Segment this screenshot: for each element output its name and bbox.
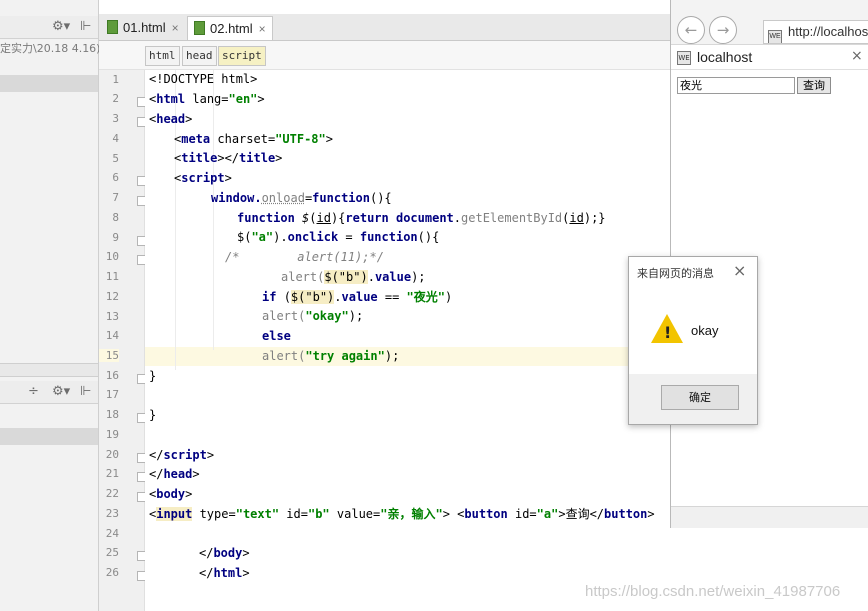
line-number-gutter: 1 2 3 4 5 6 7 8 9 10 11 12 13 14 15 16 1… bbox=[99, 70, 146, 611]
address-bar[interactable]: WE http://localhost:6 bbox=[763, 20, 868, 44]
line-number: 9 bbox=[112, 231, 119, 244]
project-toolbar: ⚙▾ ⊩ bbox=[0, 16, 98, 39]
line-number: 22 bbox=[105, 487, 119, 500]
code-line-20: </script> bbox=[149, 448, 215, 462]
code-editor[interactable]: <!DOCTYPE html> <html lang="en"> <head> … bbox=[145, 70, 670, 611]
code-line-7: window.onload=function(){ bbox=[211, 191, 392, 205]
line-number: 26 bbox=[105, 566, 119, 579]
code-line-5: <title></title> bbox=[174, 151, 283, 165]
line-number: 23 bbox=[105, 507, 119, 520]
dialog-title: 来自网页的消息 bbox=[637, 267, 714, 280]
code-line-12: if ($("b").value == "夜光") bbox=[262, 290, 453, 304]
exclamation-icon: ! bbox=[664, 323, 672, 342]
close-icon[interactable]: × bbox=[851, 48, 863, 64]
collapse-icon[interactable]: ⊩ bbox=[80, 19, 91, 35]
close-icon[interactable]: × bbox=[733, 261, 746, 280]
line-number: 19 bbox=[105, 428, 119, 441]
line-number: 4 bbox=[112, 132, 119, 145]
code-line-13: alert("okay"); bbox=[262, 309, 364, 323]
code-line-21: </head> bbox=[149, 467, 200, 481]
line-number: 18 bbox=[105, 408, 119, 421]
line-number: 24 bbox=[105, 527, 119, 540]
code-line-11: alert($("b").value); bbox=[281, 270, 426, 284]
selected-structure-item[interactable] bbox=[0, 428, 98, 445]
ok-button[interactable]: 确定 bbox=[661, 385, 739, 410]
html-file-icon bbox=[194, 21, 205, 35]
line-number: 10 bbox=[105, 250, 119, 263]
code-line-23: <input type="text" id="b" value="亲，输入"> … bbox=[149, 507, 655, 521]
browser-tab-title: localhost bbox=[697, 49, 753, 65]
html-file-icon bbox=[107, 20, 118, 34]
code-line-25: </body> bbox=[199, 546, 250, 560]
close-icon[interactable]: × bbox=[172, 21, 179, 35]
code-line-9: $("a").onclick = function(){ bbox=[237, 230, 440, 244]
code-line-10: /* alert(11);*/ bbox=[225, 250, 384, 264]
line-number: 16 bbox=[105, 369, 119, 382]
selected-tree-item[interactable] bbox=[0, 75, 98, 92]
back-arrow-icon[interactable]: ← bbox=[677, 16, 705, 44]
structure-toolbar: ÷ ⚙▾ ⊩ bbox=[0, 381, 98, 404]
forward-arrow-icon[interactable]: → bbox=[709, 16, 737, 44]
code-line-8: function $(id){return document.getElemen… bbox=[237, 211, 606, 225]
line-number: 1 bbox=[112, 73, 119, 86]
tab-02-html[interactable]: 02.html × bbox=[187, 16, 273, 40]
query-button[interactable]: 查询 bbox=[797, 77, 831, 94]
line-number: 14 bbox=[105, 329, 119, 342]
watermark: https://blog.csdn.net/weixin_41987706 bbox=[585, 583, 841, 600]
line-number: 25 bbox=[105, 546, 119, 559]
tab-label: 02.html bbox=[210, 21, 253, 36]
code-line-4: <meta charset="UTF-8"> bbox=[174, 132, 333, 146]
editor-tabbar: 01.html × 02.html × bbox=[99, 14, 670, 41]
line-number: 3 bbox=[112, 112, 119, 125]
line-number: 8 bbox=[112, 211, 119, 224]
code-line-16: } bbox=[149, 369, 157, 383]
code-line-2: <html lang="en"> bbox=[149, 92, 265, 106]
code-line-26: </html> bbox=[199, 566, 250, 580]
line-number: 11 bbox=[105, 270, 119, 283]
alert-dialog: 来自网页的消息 × ! okay 确定 bbox=[628, 256, 758, 425]
breadcrumb-html[interactable]: html bbox=[145, 46, 180, 66]
line-number-current: 15 bbox=[99, 349, 119, 362]
line-number: 2 bbox=[112, 92, 119, 105]
line-number: 7 bbox=[112, 191, 119, 204]
dialog-message: okay bbox=[691, 323, 719, 338]
close-icon[interactable]: × bbox=[259, 22, 266, 36]
code-line-18: } bbox=[149, 408, 157, 422]
horizontal-scrollbar[interactable] bbox=[0, 363, 98, 377]
gear-icon[interactable]: ⚙▾ bbox=[52, 384, 70, 400]
indent-guide bbox=[213, 70, 214, 350]
code-line-3: <head> bbox=[149, 112, 193, 126]
line-number: 17 bbox=[105, 388, 119, 401]
breadcrumb-script[interactable]: script bbox=[218, 46, 266, 66]
line-number: 12 bbox=[105, 290, 119, 303]
browser-toolbar: ← → WE http://localhost:6 bbox=[671, 0, 868, 45]
code-line-6: <script> bbox=[174, 171, 232, 185]
current-line-highlight bbox=[145, 347, 670, 366]
line-number: 21 bbox=[105, 467, 119, 480]
browser-tab[interactable]: WE localhost × bbox=[671, 45, 868, 70]
code-line-14: else bbox=[262, 329, 291, 343]
dialog-footer: 确定 bbox=[629, 374, 757, 424]
address-text: http://localhost:6 bbox=[788, 24, 868, 39]
code-line-22: <body> bbox=[149, 487, 193, 501]
split-icon[interactable]: ÷ bbox=[28, 384, 39, 400]
project-path: 定实力\20.18 4.16) bbox=[0, 42, 101, 55]
breadcrumb-head[interactable]: head bbox=[182, 46, 217, 66]
line-number: 13 bbox=[105, 310, 119, 323]
page-favicon-icon: WE bbox=[768, 30, 782, 43]
text-input[interactable]: 夜光 bbox=[677, 77, 795, 94]
gear-icon[interactable]: ⚙▾ bbox=[52, 19, 70, 35]
project-panel: ⚙▾ ⊩ 定实力\20.18 4.16) ÷ ⚙▾ ⊩ bbox=[0, 0, 101, 611]
line-number: 20 bbox=[105, 448, 119, 461]
page-favicon-icon: WE bbox=[677, 51, 691, 65]
line-number: 6 bbox=[112, 171, 119, 184]
tab-label: 01.html bbox=[123, 20, 166, 35]
breadcrumb: html head script bbox=[99, 41, 670, 70]
line-number: 5 bbox=[112, 152, 119, 165]
tab-01-html[interactable]: 01.html × bbox=[101, 16, 185, 39]
collapse-icon[interactable]: ⊩ bbox=[80, 384, 91, 400]
code-line-15: alert("try again"); bbox=[262, 349, 400, 363]
status-bar bbox=[671, 506, 868, 528]
code-line-1: <!DOCTYPE html> bbox=[149, 72, 258, 86]
